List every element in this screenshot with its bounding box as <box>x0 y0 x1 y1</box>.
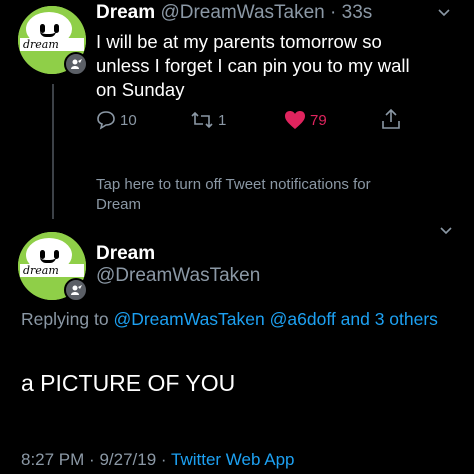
source-link[interactable]: Twitter Web App <box>171 450 294 469</box>
tweet-actions: 10 1 79 <box>96 108 416 132</box>
avatar[interactable]: dream <box>18 6 88 76</box>
avatar-logo-text: dream <box>20 38 84 51</box>
avatar-logo-text: dream <box>20 264 84 277</box>
chevron-down-icon[interactable] <box>438 9 450 17</box>
replying-to: Replying to @DreamWasTaken @a6doff and 3… <box>21 307 441 332</box>
separator: · <box>330 2 337 23</box>
notification-toggle-text[interactable]: Tap here to turn off Tweet notifications… <box>96 175 416 215</box>
handle[interactable]: @DreamWasTaken <box>160 2 324 23</box>
chevron-down-icon[interactable] <box>440 227 452 235</box>
retweet-count: 1 <box>218 111 227 129</box>
retweet-icon <box>191 111 213 129</box>
handle[interactable]: @DreamWasTaken <box>96 265 260 287</box>
reply-count: 10 <box>120 111 137 129</box>
display-name[interactable]: Dream <box>96 243 155 265</box>
share-icon <box>382 108 400 129</box>
tweet-text: a PICTURE OF YOU <box>21 370 236 396</box>
reply-button[interactable]: 10 <box>96 110 137 130</box>
replying-prefix: Replying to <box>21 309 109 329</box>
tweet-footer: 8:27 PM · 9/27/19 · Twitter Web App <box>21 450 294 470</box>
verified-badge-icon <box>64 52 88 76</box>
tweet-date: 9/27/19 <box>99 450 157 469</box>
dot-separator: · <box>160 450 167 469</box>
display-name[interactable]: Dream <box>96 2 155 23</box>
verified-badge-icon <box>64 278 88 302</box>
avatar[interactable]: dream <box>18 232 88 302</box>
timestamp: 33s <box>341 2 373 23</box>
thread-line <box>52 84 54 219</box>
dot-separator: · <box>89 450 95 469</box>
reply-icon <box>97 111 115 130</box>
tweet-text: I will be at my parents tomorrow so unle… <box>96 31 410 100</box>
tweet-header: Dream @DreamWasTaken · 33s <box>96 2 372 24</box>
share-button[interactable] <box>380 108 402 130</box>
like-count: 79 <box>310 111 327 129</box>
tweet-time: 8:27 PM <box>21 450 85 469</box>
retweet-button[interactable]: 1 <box>190 110 226 130</box>
others-link[interactable]: 3 others <box>375 309 438 329</box>
heart-icon <box>285 111 305 129</box>
like-button[interactable]: 79 <box>284 110 327 130</box>
mention-and: and <box>340 309 370 329</box>
mention-link[interactable]: @DreamWasTaken <box>113 309 264 329</box>
mention-link[interactable]: @a6doff <box>270 309 336 329</box>
